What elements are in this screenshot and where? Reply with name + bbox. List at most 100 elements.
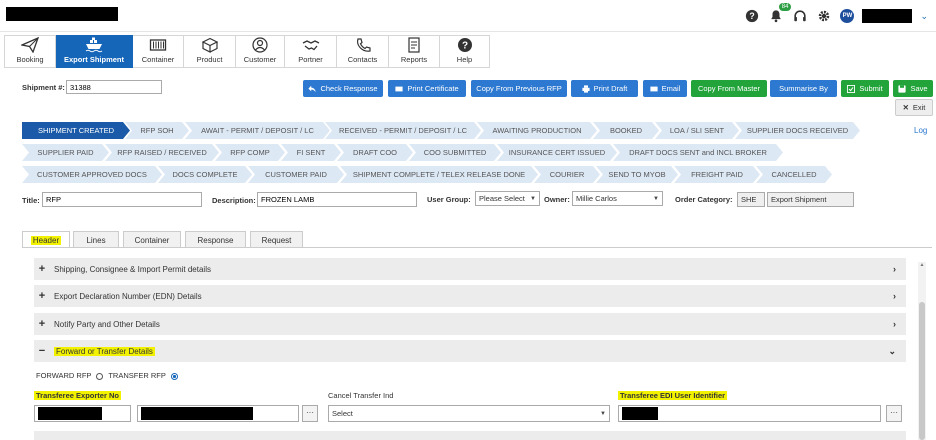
- nav-product[interactable]: Product: [184, 35, 236, 68]
- submit-button[interactable]: Submit: [841, 80, 889, 97]
- top-bar: ? 84 PW ⌄: [0, 0, 936, 32]
- avatar[interactable]: PW: [840, 9, 855, 23]
- tab-header[interactable]: Header: [22, 231, 70, 248]
- email-button[interactable]: Email: [643, 80, 687, 97]
- log-link[interactable]: Log: [914, 126, 927, 135]
- tab-container[interactable]: Container: [123, 231, 181, 248]
- tab-request[interactable]: Request: [250, 231, 303, 248]
- stage-draft-docs-sent[interactable]: DRAFT DOCS SENT and INCL BROKER: [613, 144, 783, 161]
- stage-booked[interactable]: BOOKED: [593, 122, 659, 139]
- minus-icon: −: [38, 345, 46, 357]
- nav-portner[interactable]: Portner: [285, 35, 337, 68]
- stage-freight-paid[interactable]: FREIGHT PAID: [674, 166, 760, 183]
- stage-shipment-complete[interactable]: SHIPMENT COMPLETE / TELEX RELEASE DONE: [340, 166, 538, 183]
- nav-contacts[interactable]: Contacts: [337, 35, 389, 68]
- vertical-scrollbar[interactable]: ▲: [918, 262, 926, 440]
- stage-fi-sent[interactable]: FI SENT: [281, 144, 341, 161]
- redacted-brand: [6, 7, 118, 21]
- stage-await-permit[interactable]: AWAIT - PERMIT / DEPOSIT / LC: [185, 122, 330, 139]
- save-button[interactable]: Save: [893, 80, 933, 97]
- tab-lines[interactable]: Lines: [73, 231, 119, 248]
- print-certificate-button[interactable]: Print Certificate: [388, 80, 466, 97]
- cancel-transfer-ind-select[interactable]: Select ▼: [328, 405, 610, 422]
- owner-select[interactable]: Millie Carlos ▼: [572, 191, 663, 206]
- stage-draft-coo[interactable]: DRAFT COO: [337, 144, 413, 161]
- handshake-icon: [302, 40, 319, 51]
- transferee-exporter-no-label: Transferee Exporter No: [34, 391, 121, 400]
- stage-loa-sli-sent[interactable]: LOA / SLI SENT: [655, 122, 739, 139]
- stage-received-permit[interactable]: RECEIVED - PERMIT / DEPOSIT / LC: [325, 122, 481, 139]
- copy-from-previous-rfp-button[interactable]: Copy From Previous RFP: [471, 80, 567, 97]
- accordion-shipping-consignee[interactable]: + Shipping, Consignee & Import Permit de…: [34, 258, 906, 280]
- summarise-by-button[interactable]: Summarise By: [770, 80, 837, 97]
- tab-response[interactable]: Response: [185, 231, 246, 248]
- stage-supplier-docs-received[interactable]: SUPPLIER DOCS RECEIVED: [735, 122, 860, 139]
- report-icon: [408, 37, 420, 53]
- check-response-button[interactable]: Check Response: [303, 80, 383, 97]
- chevron-down-icon: ▼: [600, 410, 606, 417]
- redacted-exporter-no: [38, 407, 102, 420]
- gear-icon[interactable]: [816, 8, 832, 24]
- title-input[interactable]: [42, 192, 202, 207]
- next-accordion-row: [34, 431, 906, 440]
- svg-text:?: ?: [461, 41, 467, 52]
- stage-docs-complete[interactable]: DOCS COMPLETE: [158, 166, 252, 183]
- stage-rfp-soh[interactable]: RFP SOH: [125, 122, 189, 139]
- accordion-forward-transfer[interactable]: − Forward or Transfer Details ⌄: [34, 340, 906, 362]
- accordion-notify-party[interactable]: + Notify Party and Other Details ›: [34, 313, 906, 335]
- accordion-edn-details[interactable]: + Export Declaration Number (EDN) Detail…: [34, 285, 906, 307]
- user-group-select[interactable]: Please Select ▼: [475, 191, 540, 206]
- stage-customer-approved-docs[interactable]: CUSTOMER APPROVED DOCS: [22, 166, 162, 183]
- nav-customer[interactable]: Customer: [236, 35, 285, 68]
- stage-awaiting-production[interactable]: AWAITING PRODUCTION: [477, 122, 597, 139]
- shipment-number-label: Shipment #:: [22, 83, 65, 92]
- stage-send-to-myob[interactable]: SEND TO MYOB: [596, 166, 678, 183]
- description-label: Description:: [212, 196, 256, 205]
- chevron-right-icon: ›: [893, 291, 896, 301]
- chevron-right-icon: ›: [893, 264, 896, 274]
- stage-supplier-paid[interactable]: SUPPLIER PAID: [22, 144, 109, 161]
- description-input[interactable]: [257, 192, 417, 207]
- top-icons: ? 84 PW ⌄: [744, 3, 928, 26]
- transfer-rfp-radio[interactable]: [170, 372, 178, 380]
- ship-icon: [85, 37, 103, 53]
- headset-icon[interactable]: [792, 8, 808, 24]
- envelope-icon: [650, 86, 658, 91]
- stage-coo-submitted[interactable]: COO SUBMITTED: [409, 144, 501, 161]
- nav-container[interactable]: Container: [133, 35, 184, 68]
- print-draft-button[interactable]: Print Draft: [571, 80, 638, 97]
- chevron-right-icon: ›: [893, 319, 896, 329]
- shipment-number-input[interactable]: [66, 80, 162, 94]
- exit-button[interactable]: ✕ Exit: [895, 99, 933, 116]
- bell-icon[interactable]: 84: [768, 3, 792, 24]
- close-icon: ✕: [902, 103, 909, 112]
- redacted-username[interactable]: [862, 9, 913, 23]
- order-category-code: SHE: [737, 192, 765, 207]
- rfp-type-radio-group: FORWARD RFP TRANSFER RFP: [36, 371, 181, 380]
- reply-icon: [308, 85, 317, 92]
- stage-rfp-raised[interactable]: RFP RAISED / RECEIVED: [105, 144, 219, 161]
- chevron-down-icon[interactable]: ⌄: [920, 11, 928, 22]
- save-icon: [898, 84, 907, 93]
- nav-help[interactable]: ? Help: [440, 35, 490, 68]
- nav-booking[interactable]: Booking: [4, 35, 56, 68]
- stage-courier[interactable]: COURIER: [534, 166, 600, 183]
- help-circle-icon[interactable]: ?: [744, 8, 760, 24]
- forward-rfp-radio[interactable]: [96, 372, 104, 380]
- scrollbar-thumb[interactable]: [919, 302, 925, 440]
- edi-lookup-button[interactable]: ···: [886, 405, 902, 422]
- redacted-exporter-name: [141, 407, 253, 420]
- copy-from-master-button[interactable]: Copy From Master: [691, 80, 767, 97]
- stage-insurance-cert-issued[interactable]: INSURANCE CERT ISSUED: [497, 144, 617, 161]
- box-icon: [201, 37, 218, 53]
- stage-shipment-created[interactable]: SHIPMENT CREATED: [22, 122, 130, 139]
- stage-customer-paid[interactable]: CUSTOMER PAID: [248, 166, 344, 183]
- exporter-lookup-button[interactable]: ···: [302, 405, 318, 422]
- transferee-edi-label: Transferee EDI User Identifier: [618, 391, 728, 400]
- stage-cancelled[interactable]: CANCELLED: [756, 166, 832, 183]
- stage-rfp-comp[interactable]: RFP COMP: [215, 144, 285, 161]
- nav-reports[interactable]: Reports: [389, 35, 440, 68]
- paper-plane-icon: [21, 37, 39, 53]
- scroll-up-icon[interactable]: ▲: [918, 262, 926, 270]
- nav-export-shipment[interactable]: Export Shipment: [56, 35, 133, 68]
